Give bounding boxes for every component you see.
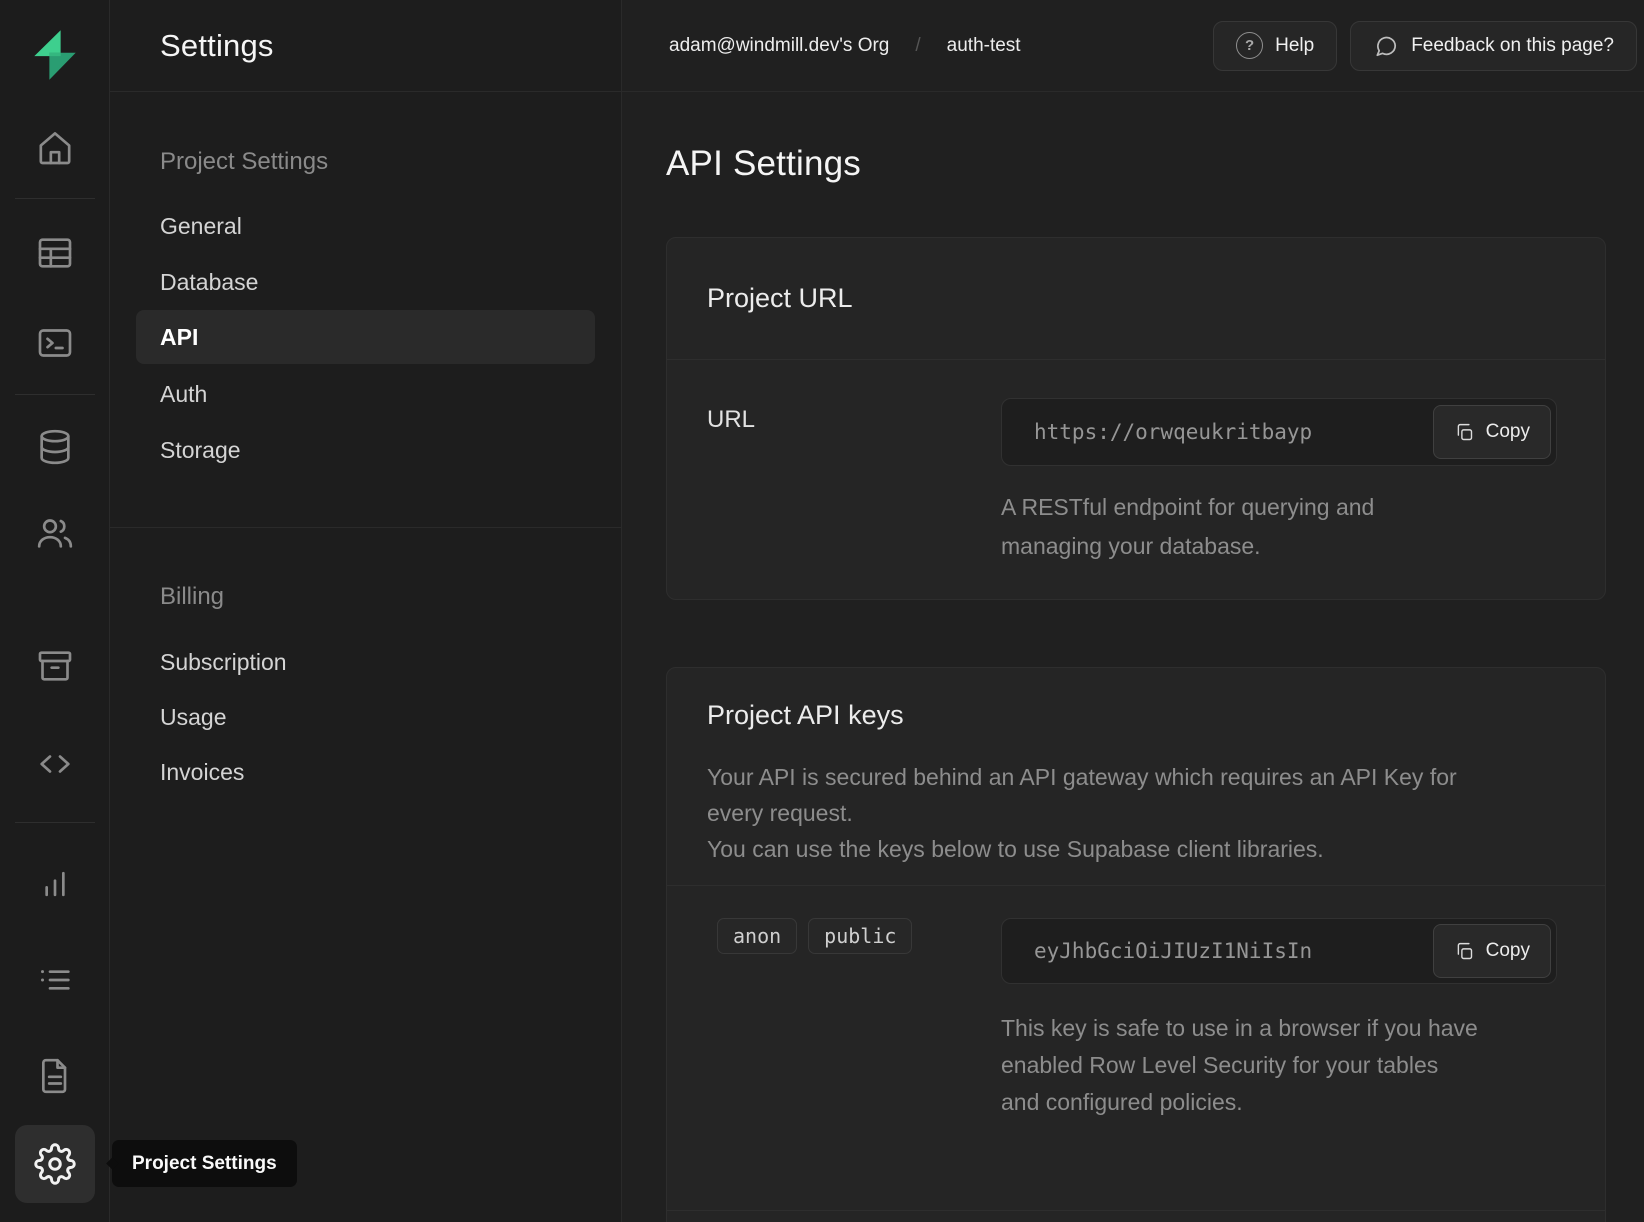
- sidebar-title: Settings: [160, 28, 274, 64]
- topbar: adam@windmill.dev's Org / auth-test ? He…: [622, 0, 1644, 92]
- copy-anon-key-label: Copy: [1486, 940, 1530, 962]
- project-url-card-body: URL https://orwqeukritbayp Copy A RESTfu…: [667, 360, 1605, 600]
- gear-icon: [34, 1143, 76, 1185]
- url-label: URL: [707, 406, 755, 434]
- project-settings-gear-button[interactable]: [15, 1125, 95, 1203]
- breadcrumb-project[interactable]: auth-test: [947, 35, 1021, 57]
- copy-icon: [1454, 422, 1475, 443]
- page-title: API Settings: [666, 144, 861, 184]
- docs-file-icon[interactable]: [0, 1054, 110, 1098]
- sidebar-item-usage[interactable]: Usage: [160, 700, 581, 734]
- api-code-icon[interactable]: [0, 742, 110, 786]
- sidebar-divider: [110, 527, 621, 528]
- feedback-label: Feedback on this page?: [1411, 35, 1614, 57]
- breadcrumb-org[interactable]: adam@windmill.dev's Org: [669, 35, 889, 57]
- project-url-title: Project URL: [707, 283, 853, 314]
- project-settings-tooltip: Project Settings: [112, 1140, 297, 1187]
- rail-divider: [15, 822, 95, 823]
- section-label-project-settings: Project Settings: [160, 145, 328, 179]
- breadcrumb-separator: /: [915, 35, 920, 57]
- help-label: Help: [1275, 35, 1314, 57]
- database-icon[interactable]: [0, 425, 110, 469]
- tooltip-label: Project Settings: [132, 1153, 277, 1175]
- project-url-description: A RESTful endpoint for querying and mana…: [1001, 488, 1451, 566]
- api-keys-title: Project API keys: [707, 700, 904, 730]
- settings-sidebar: Settings Project Settings General Databa…: [110, 0, 622, 1222]
- reports-chart-icon[interactable]: [0, 862, 110, 906]
- supabase-logo-icon[interactable]: [28, 26, 82, 84]
- icon-rail: [0, 0, 110, 1222]
- project-api-keys-card: Project API keys Your API is secured beh…: [666, 667, 1606, 1222]
- api-keys-description: Your API is secured behind an API gatewa…: [707, 759, 1467, 867]
- help-button[interactable]: ? Help: [1213, 21, 1337, 71]
- authentication-users-icon[interactable]: [0, 511, 110, 555]
- key-badges: anon public: [717, 918, 912, 954]
- project-url-value: https://orwqeukritbayp: [1034, 420, 1312, 444]
- anon-key-value: eyJhbGciOiJIUzI1NiIsIn: [1034, 939, 1312, 963]
- sidebar-item-invoices[interactable]: Invoices: [160, 755, 581, 789]
- anon-key-description: This key is safe to use in a browser if …: [1001, 1010, 1481, 1121]
- section-label-billing: Billing: [160, 580, 224, 614]
- sidebar-item-database[interactable]: Database: [160, 265, 581, 299]
- sidebar-item-general[interactable]: General: [160, 209, 581, 243]
- sql-editor-icon[interactable]: [0, 321, 110, 365]
- public-badge: public: [808, 918, 912, 954]
- anon-key-row: anon public eyJhbGciOiJIUzI1NiIsIn Copy …: [667, 886, 1605, 1211]
- sidebar-item-storage[interactable]: Storage: [160, 433, 581, 467]
- table-editor-icon[interactable]: [0, 231, 110, 275]
- main-content: API Settings Project URL URL https://orw…: [622, 92, 1644, 1222]
- anon-key-input[interactable]: eyJhbGciOiJIUzI1NiIsIn Copy: [1001, 918, 1557, 984]
- speech-bubble-icon: [1373, 33, 1399, 59]
- api-keys-description-line1: Your API is secured behind an API gatewa…: [707, 759, 1467, 831]
- home-icon[interactable]: [0, 126, 110, 170]
- feedback-button[interactable]: Feedback on this page?: [1350, 21, 1637, 71]
- api-keys-description-line2: You can use the keys below to use Supaba…: [707, 831, 1467, 867]
- sidebar-item-subscription[interactable]: Subscription: [160, 645, 581, 679]
- anon-badge: anon: [717, 918, 797, 954]
- copy-icon: [1454, 941, 1475, 962]
- rail-divider: [15, 394, 95, 395]
- project-url-input[interactable]: https://orwqeukritbayp Copy: [1001, 398, 1557, 466]
- project-url-card-header: Project URL: [667, 238, 1605, 360]
- sidebar-header: Settings: [110, 0, 621, 92]
- sidebar-item-api[interactable]: API: [160, 320, 581, 354]
- copy-url-button[interactable]: Copy: [1433, 405, 1551, 459]
- project-url-card: Project URL URL https://orwqeukritbayp C…: [666, 237, 1606, 600]
- logs-list-icon[interactable]: [0, 958, 110, 1002]
- copy-url-label: Copy: [1486, 421, 1530, 443]
- sidebar-item-auth[interactable]: Auth: [160, 377, 581, 411]
- copy-anon-key-button[interactable]: Copy: [1433, 924, 1551, 978]
- storage-icon[interactable]: [0, 644, 110, 688]
- rail-divider: [15, 198, 95, 199]
- help-question-icon: ?: [1236, 32, 1263, 59]
- api-keys-card-header: Project API keys Your API is secured beh…: [667, 668, 1605, 886]
